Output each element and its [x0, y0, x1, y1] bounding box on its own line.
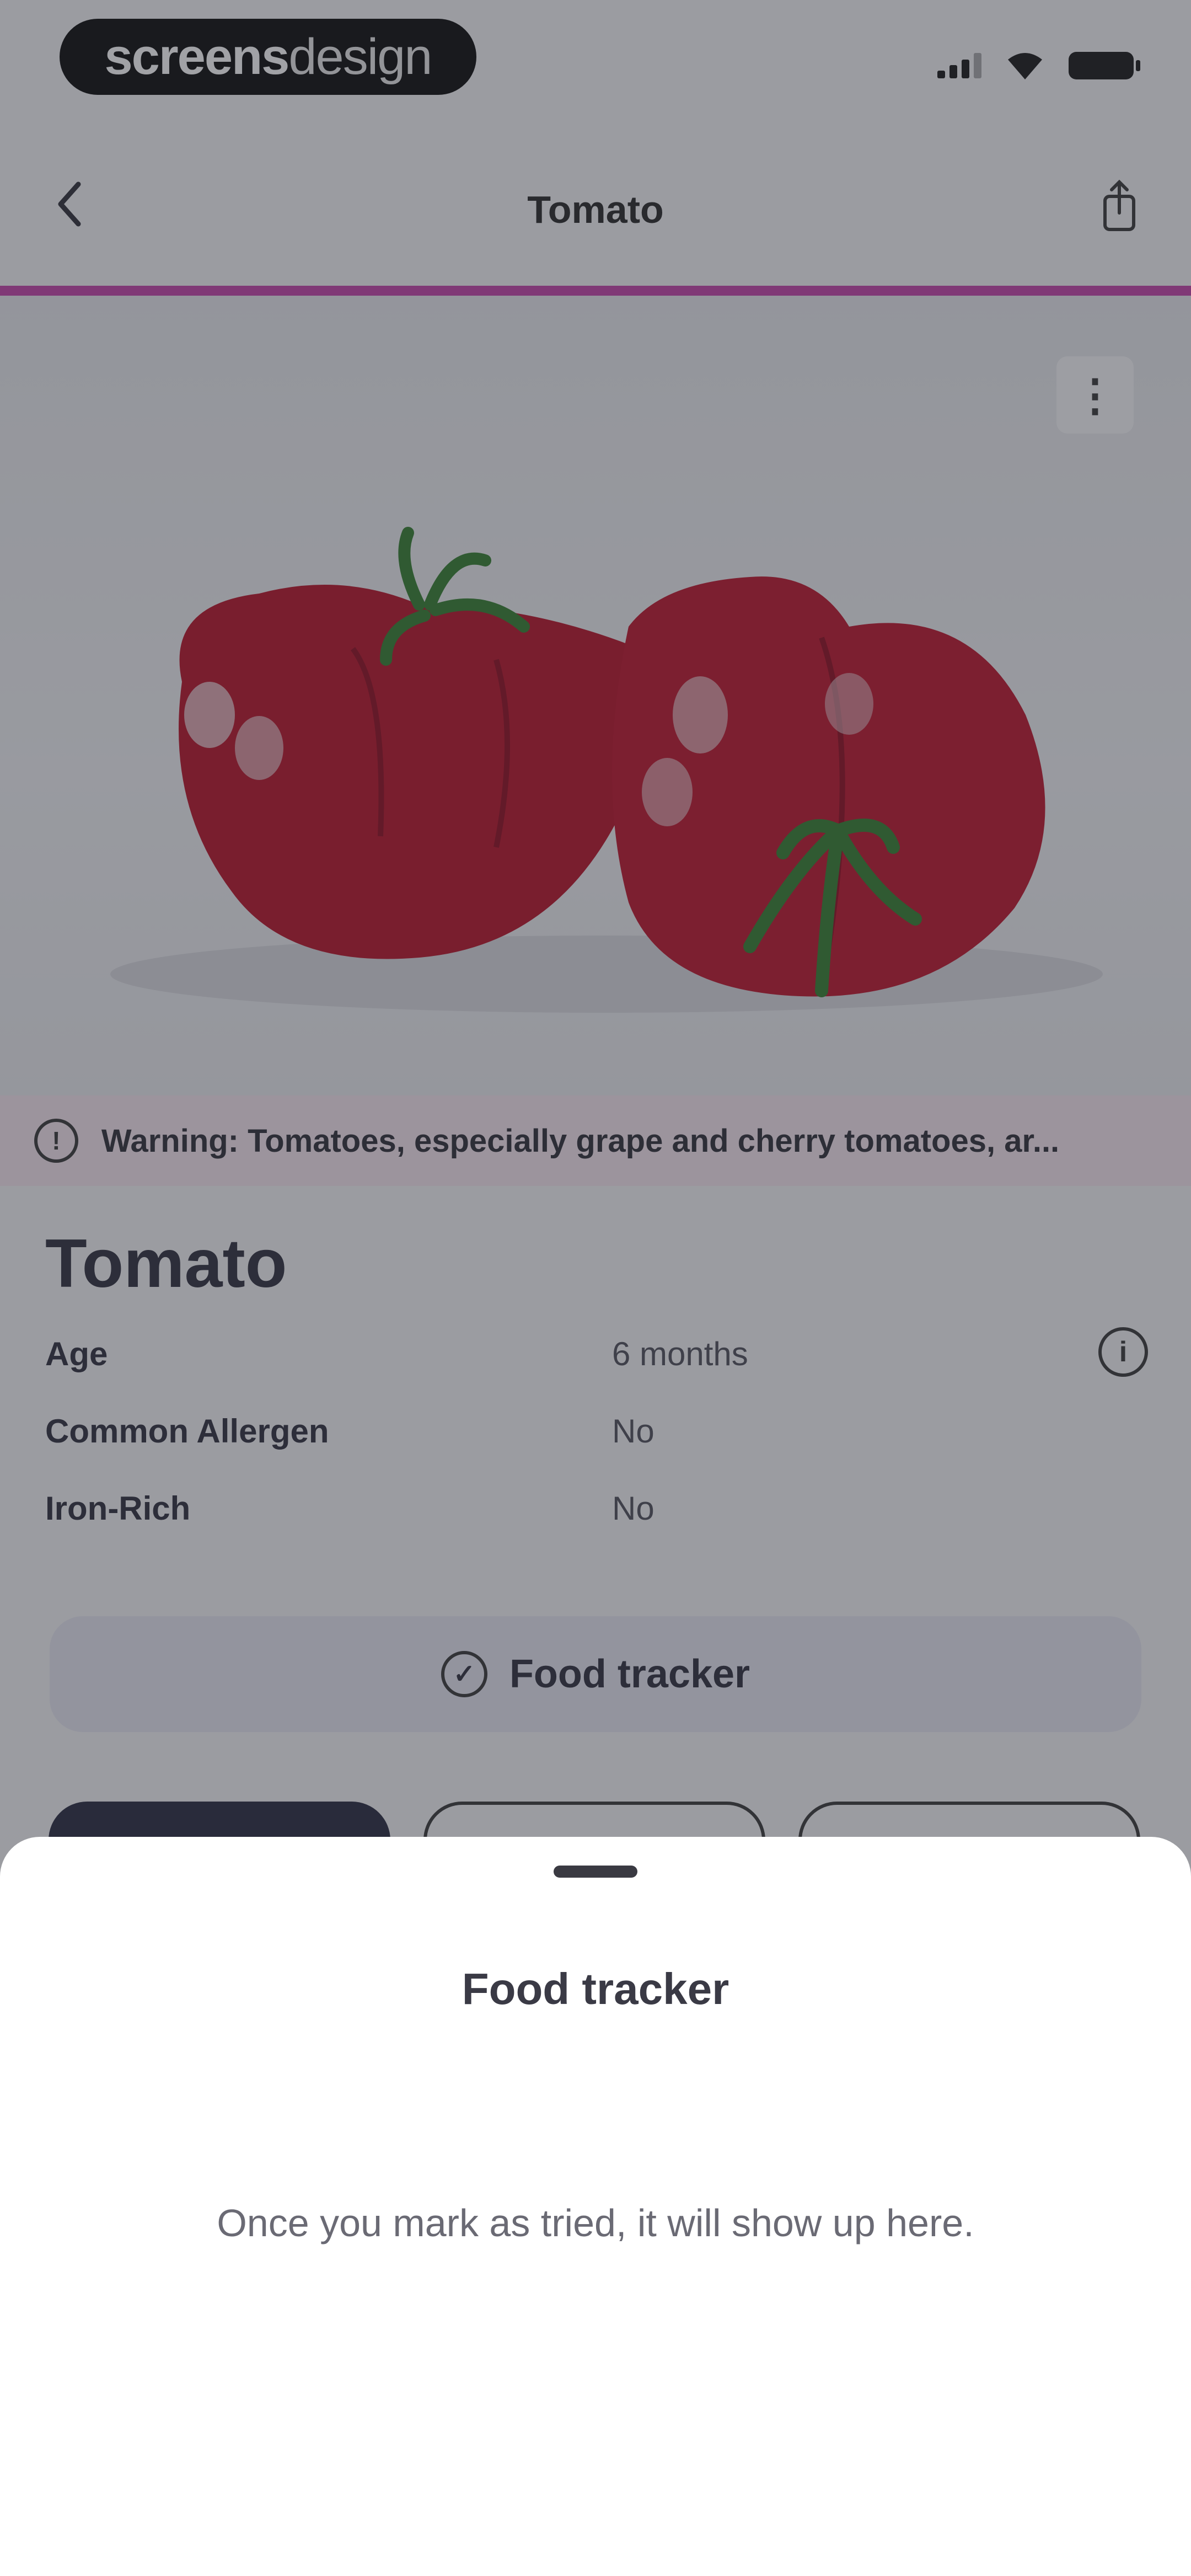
food-tracker-sheet: Food tracker Once you mark as tried, it …: [0, 1837, 1191, 2576]
sheet-title: Food tracker: [462, 1964, 729, 2013]
empty-state-message: Once you mark as tried, it will show up …: [217, 2201, 974, 2244]
sheet-drag-handle[interactable]: [554, 1866, 637, 1878]
